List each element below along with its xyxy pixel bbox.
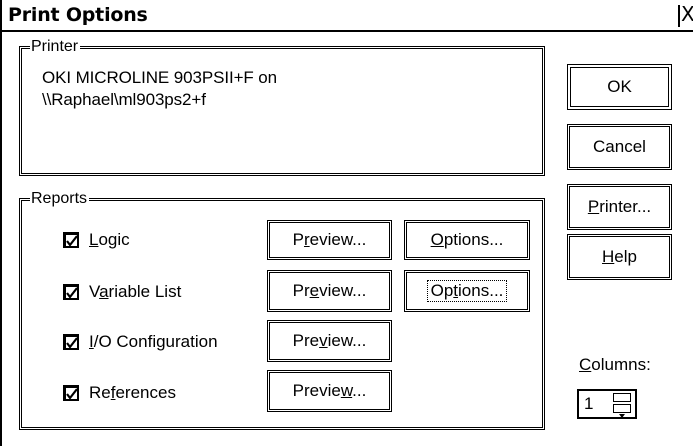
io-configuration-checkbox[interactable]: [63, 334, 79, 350]
cancel-button[interactable]: Cancel: [567, 124, 672, 170]
variable-list-options-button[interactable]: Options...: [404, 270, 530, 312]
spin-up-arrow-icon[interactable]: [613, 393, 631, 408]
logic-preview-button[interactable]: Preview...: [267, 220, 392, 260]
title-bar: Print Options X: [2, 0, 693, 32]
logic-checkbox[interactable]: [63, 232, 79, 248]
variable-list-checkbox[interactable]: [63, 284, 79, 300]
references-preview-button[interactable]: Preview...: [267, 370, 392, 412]
checkmark-icon: [66, 337, 78, 349]
help-button[interactable]: Help: [567, 234, 672, 280]
close-icon: X: [681, 2, 693, 26]
checkmark-icon: [66, 235, 78, 247]
spinner-arrows: [613, 393, 633, 418]
reports-group-label: Reports: [30, 190, 90, 208]
variable-list-label: Variable List: [89, 282, 182, 301]
checkmark-icon: [66, 388, 78, 400]
dialog-title: Print Options: [8, 4, 148, 26]
printer-name-line2: \\Raphael\ml903ps2+f: [42, 90, 206, 109]
printer-group: Printer OKI MICROLINE 903PSII+F on \\Rap…: [19, 38, 545, 176]
io-configuration-preview-button[interactable]: Preview...: [267, 320, 392, 362]
close-icon-divider: [678, 5, 680, 27]
columns-value: 1: [584, 394, 594, 413]
printer-name: OKI MICROLINE 903PSII+F on \\Raphael\ml9…: [42, 67, 277, 111]
printer-button[interactable]: Printer...: [567, 184, 672, 230]
logic-options-button[interactable]: Options...: [404, 220, 530, 260]
checkmark-icon: [66, 287, 78, 299]
columns-label: Columns:: [579, 355, 651, 374]
logic-label: Logic: [89, 230, 130, 249]
ok-button[interactable]: OK: [567, 64, 672, 110]
columns-spinner[interactable]: 1: [577, 389, 637, 419]
print-options-dialog: Print Options X Printer OKI MICROLINE 90…: [0, 0, 693, 446]
printer-group-label: Printer: [30, 38, 81, 56]
close-button[interactable]: X: [677, 2, 693, 27]
references-label: References: [89, 383, 176, 402]
references-checkbox[interactable]: [63, 385, 79, 401]
printer-name-line1: OKI MICROLINE 903PSII+F on: [42, 68, 278, 87]
spin-down-arrow-icon[interactable]: [613, 404, 631, 418]
io-configuration-label: I/O Configuration: [89, 332, 218, 351]
variable-list-preview-button[interactable]: Preview...: [267, 270, 392, 312]
